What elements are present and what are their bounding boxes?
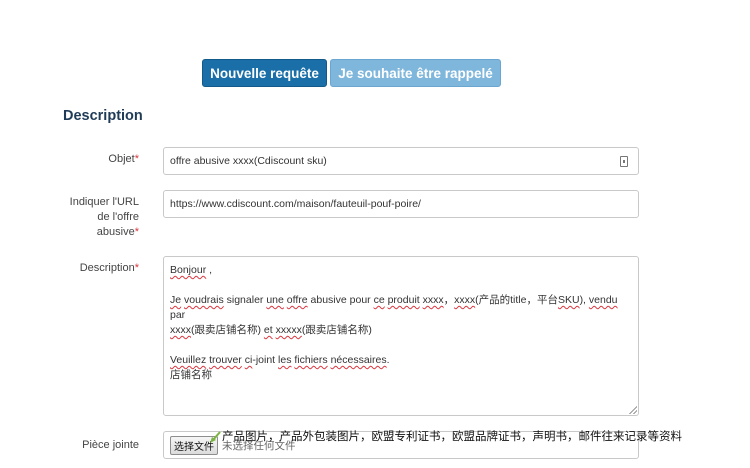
- misspelled-word: fichiers: [294, 354, 328, 366]
- misspelled-word: xxxx: [170, 324, 191, 336]
- document-icon: [620, 156, 628, 167]
- misspelled-word: Je: [170, 294, 182, 306]
- text-run: signaler: [223, 294, 267, 306]
- objet-label-text: Objet: [108, 153, 135, 165]
- text-run: par: [170, 309, 186, 321]
- url-label-line3-text: abusive: [96, 226, 135, 238]
- url-field[interactable]: https://www.cdiscount.com/maison/fauteui…: [163, 190, 639, 218]
- objet-value: offre abusive xxxx(Cdiscount sku): [170, 155, 327, 167]
- resize-grip-icon[interactable]: [629, 406, 637, 414]
- text-run: ),: [579, 294, 589, 306]
- new-request-button[interactable]: Nouvelle requête: [202, 59, 327, 87]
- misspelled-word: SKU: [557, 294, 580, 306]
- text-run: (产品的title，平台: [475, 294, 558, 306]
- annotation-arrow-icon: [210, 431, 221, 443]
- text-run: (跟卖店铺名称): [301, 324, 372, 336]
- misspelled-word: xxxx: [422, 294, 444, 306]
- url-label-line1: Indiquer l'URL: [69, 196, 139, 208]
- misspelled-word: trouver: [209, 354, 242, 366]
- text-run: (跟卖店铺名称): [191, 324, 264, 336]
- objet-label: Objet*: [0, 152, 139, 167]
- text-run: .: [386, 354, 390, 366]
- text-run: -joint: [252, 354, 279, 366]
- description-label-text: Description: [79, 262, 135, 274]
- url-value: https://www.cdiscount.com/maison/fauteui…: [170, 198, 421, 210]
- misspelled-word: Veuillez: [170, 354, 207, 366]
- text-run: abusive pour: [307, 294, 374, 306]
- section-title: Description: [63, 108, 143, 124]
- misspelled-word: produit: [387, 294, 420, 306]
- description-label: Description*: [0, 261, 139, 276]
- misspelled-word: voudrais: [184, 294, 224, 306]
- description-line-4: Veuillez trouver ci-joint les fichiers n…: [170, 353, 632, 368]
- misspelled-word: vendu: [588, 294, 618, 306]
- misspelled-word: les: [278, 354, 292, 366]
- url-label-line3: abusive*: [0, 225, 139, 240]
- misspelled-word: et: [263, 324, 273, 336]
- required-mark: *: [134, 226, 139, 238]
- misspelled-word: offre: [286, 294, 308, 306]
- url-label-line2: de l'offre: [97, 211, 139, 223]
- required-mark: *: [134, 153, 139, 165]
- text-run: ，: [443, 294, 455, 306]
- misspelled-word: xxxx: [454, 294, 476, 306]
- attachment-label: Pièce jointe: [82, 439, 139, 451]
- callback-request-button[interactable]: Je souhaite être rappelé: [330, 59, 501, 87]
- annotation-text: 产品图片，产品外包装图片，欧盟专利证书，欧盟品牌证书，声明书，邮件往来记录等资料: [222, 429, 682, 443]
- description-line-3: xxxx(跟卖店铺名称) et xxxxx(跟卖店铺名称): [170, 323, 632, 338]
- misspelled-word: Bonjour: [170, 264, 207, 276]
- required-mark: *: [134, 262, 139, 274]
- description-line-1: Bonjour ,: [170, 263, 632, 278]
- description-blank-line: [170, 338, 632, 353]
- description-textarea[interactable]: Bonjour , Je voudrais signaler une offre…: [163, 256, 639, 416]
- objet-field[interactable]: offre abusive xxxx(Cdiscount sku): [163, 147, 639, 175]
- text-run: ,: [206, 264, 213, 276]
- url-label: Indiquer l'URL de l'offre abusive*: [0, 195, 139, 240]
- description-line-2: Je voudrais signaler une offre abusive p…: [170, 293, 632, 323]
- description-blank-line: [170, 278, 632, 293]
- description-line-5: 店铺名称: [170, 369, 212, 381]
- misspelled-word: une: [266, 294, 284, 306]
- misspelled-word: nécessaires: [330, 354, 387, 366]
- misspelled-word: xxxxx: [275, 324, 302, 336]
- misspelled-word: ce: [373, 294, 385, 306]
